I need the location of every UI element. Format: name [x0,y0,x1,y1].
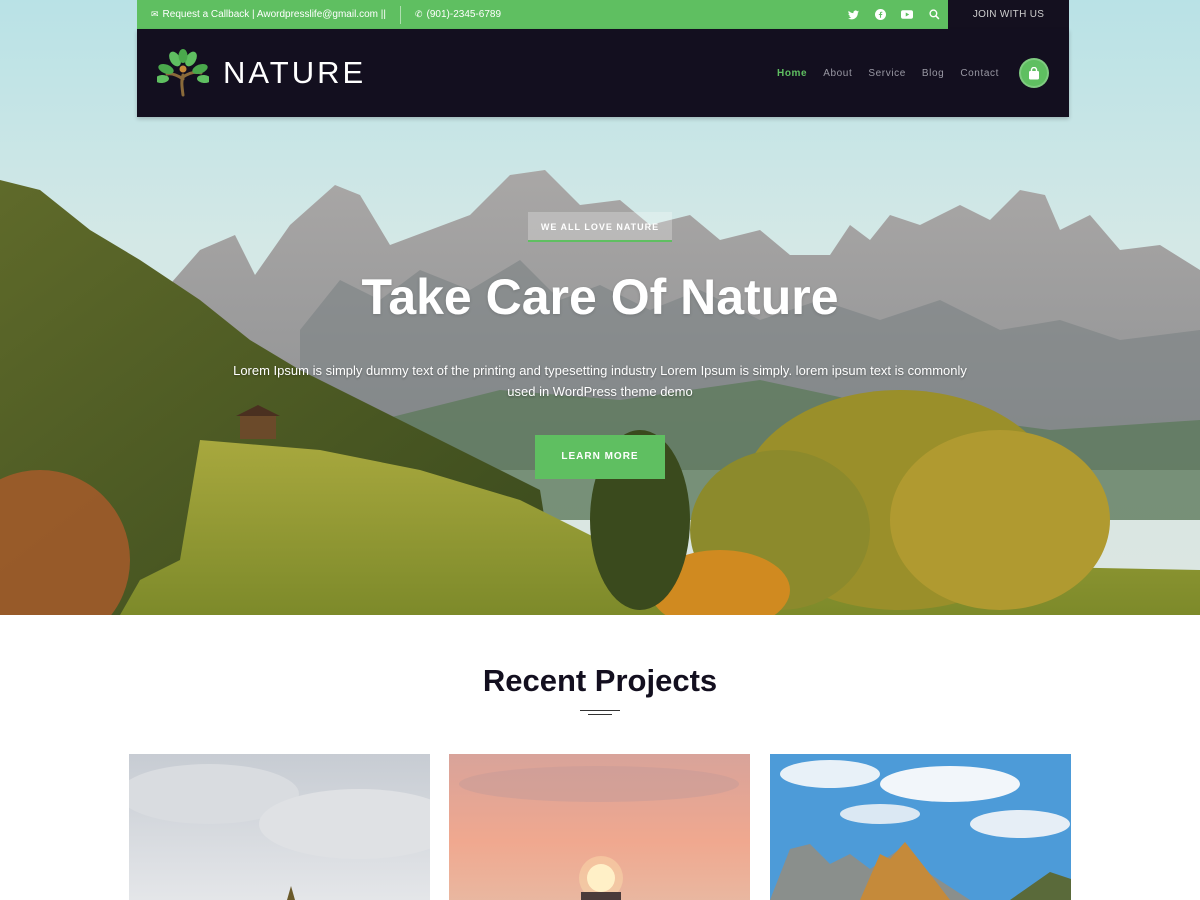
shopping-bag-icon [1029,66,1039,79]
hero-title: Take Care Of Nature [361,269,839,325]
project-card[interactable] [129,754,430,900]
logo-text: NATURE [223,55,367,90]
nav-item-home[interactable]: Home [777,68,807,79]
join-with-us-button[interactable]: JOIN WITH US [948,0,1069,29]
social-links [847,9,948,21]
top-bar: ✉ Request a Callback | Awordpresslife@gm… [137,0,1069,29]
nav-item-blog[interactable]: Blog [922,68,944,79]
callback-info[interactable]: ✉ Request a Callback | Awordpresslife@gm… [137,0,400,29]
project-image [449,754,750,900]
envelope-icon: ✉ [151,9,159,19]
project-card[interactable] [770,754,1071,900]
phone-icon: ✆ [414,9,423,19]
project-image [770,754,1071,900]
nav-item-contact[interactable]: Contact [960,68,999,79]
search-icon[interactable] [928,9,940,21]
top-bar-contact-strip: ✉ Request a Callback | Awordpresslife@gm… [137,0,948,29]
callback-text: Request a Callback | Awordpresslife@gmai… [162,9,386,20]
tree-logo-icon [157,49,209,97]
facebook-icon[interactable] [874,9,886,21]
cart-button[interactable] [1019,58,1049,88]
twitter-icon[interactable] [847,9,859,21]
hero-description: Lorem Ipsum is simply dummy text of the … [233,363,967,399]
title-underline [580,710,620,718]
project-image [129,754,430,900]
site-header: NATURE Home About Service Blog Contact [137,29,1069,117]
section-title: Recent Projects [482,663,718,698]
nav-item-about[interactable]: About [823,68,852,79]
youtube-icon[interactable] [901,9,913,21]
hero-tagline: WE ALL LOVE NATURE [527,212,673,242]
phone-text: (901)-2345-6789 [426,9,502,20]
hero-content: WE ALL LOVE NATURE Take Care Of Nature L… [0,212,1200,479]
project-card[interactable] [449,754,750,900]
site-logo[interactable]: NATURE [157,49,366,97]
main-navigation: Home About Service Blog Contact [777,68,999,79]
learn-more-button[interactable]: LEARN MORE [535,435,665,479]
phone-info[interactable]: ✆ (901)-2345-6789 [401,0,515,29]
nav-item-service[interactable]: Service [868,68,906,79]
